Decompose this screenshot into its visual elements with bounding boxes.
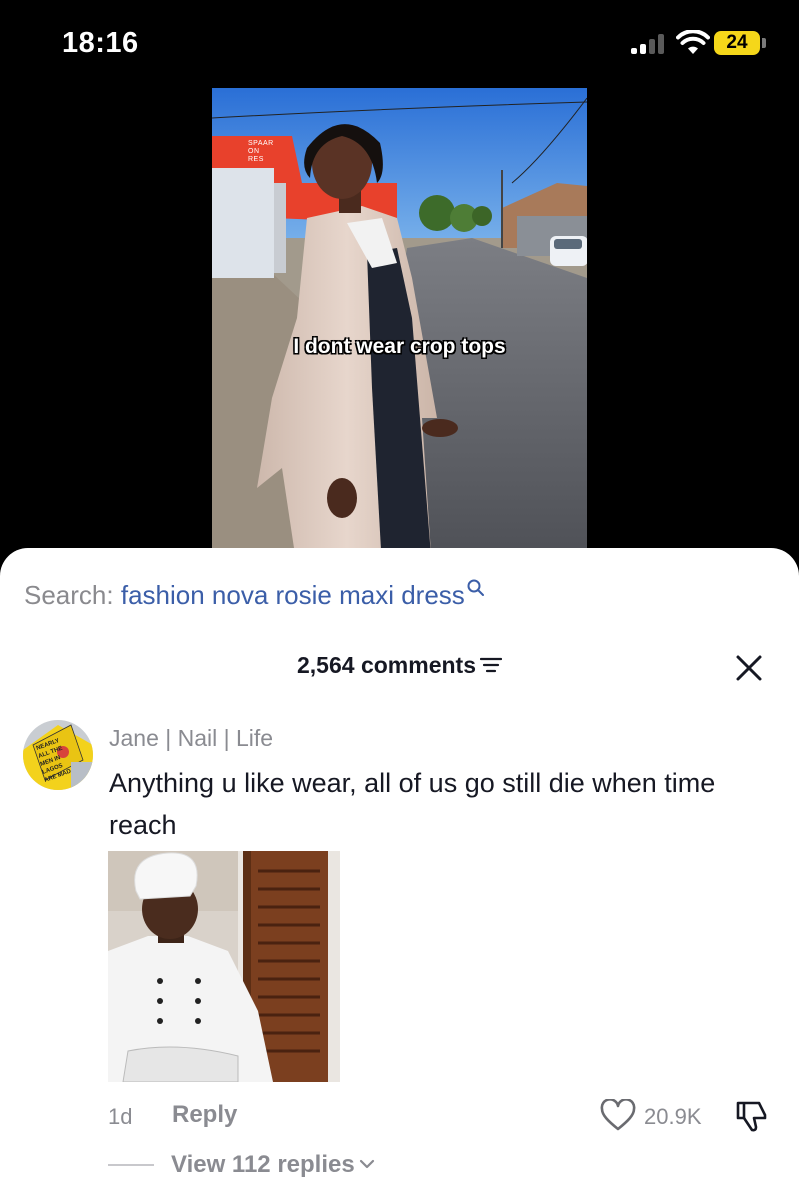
comment-age: 1d [108, 1104, 133, 1129]
dislike-icon[interactable] [733, 1099, 769, 1133]
clock: 18:16 [62, 27, 139, 59]
heart-icon[interactable] [600, 1099, 636, 1132]
battery-tip [762, 38, 766, 48]
avatar-image: NEARLY ALL THE MEN IN LAGOS ARE MAD [23, 720, 93, 790]
avatar[interactable]: NEARLY ALL THE MEN IN LAGOS ARE MAD [23, 720, 93, 790]
chef-photo [108, 851, 340, 1082]
replies-divider [108, 1164, 154, 1166]
comments-count-header[interactable]: 2,564 comments [0, 652, 799, 679]
search-icon[interactable] [466, 578, 486, 598]
video-frame[interactable]: SPAAR ON RES I dont wear crop tops [212, 88, 587, 568]
view-replies-label: View 112 replies [171, 1151, 355, 1178]
comment-text: Anything u like wear, all of us go still… [109, 768, 716, 840]
view-replies-button[interactable]: View 112 replies [171, 1151, 375, 1179]
like-count: 20.9K [644, 1104, 702, 1129]
wifi-icon [676, 30, 710, 54]
reply-button[interactable]: Reply [172, 1101, 237, 1129]
chevron-down-icon [359, 1160, 374, 1169]
store-sign-text: SPAAR ON RES [248, 140, 274, 163]
filter-icon[interactable] [479, 656, 502, 674]
search-suggestion[interactable]: Search: fashion nova rosie maxi dress [24, 578, 486, 611]
close-icon[interactable] [735, 654, 763, 682]
search-label: Search: [24, 580, 114, 610]
battery-indicator: 24 [714, 31, 760, 55]
video-player[interactable]: SPAAR ON RES I dont wear crop tops [0, 88, 799, 568]
video-caption: I dont wear crop tops [293, 335, 506, 358]
comment-image-attachment[interactable] [108, 851, 340, 1082]
status-bar: 18:16 24 [0, 0, 799, 88]
comments-count: 2,564 comments [297, 652, 476, 678]
search-query-link[interactable]: fashion nova rosie maxi dress [121, 580, 465, 610]
comments-sheet: Search: fashion nova rosie maxi dress 2,… [0, 548, 799, 1200]
comment-author[interactable]: Jane | Nail | Life [109, 725, 273, 752]
cellular-signal-icon [631, 34, 667, 54]
